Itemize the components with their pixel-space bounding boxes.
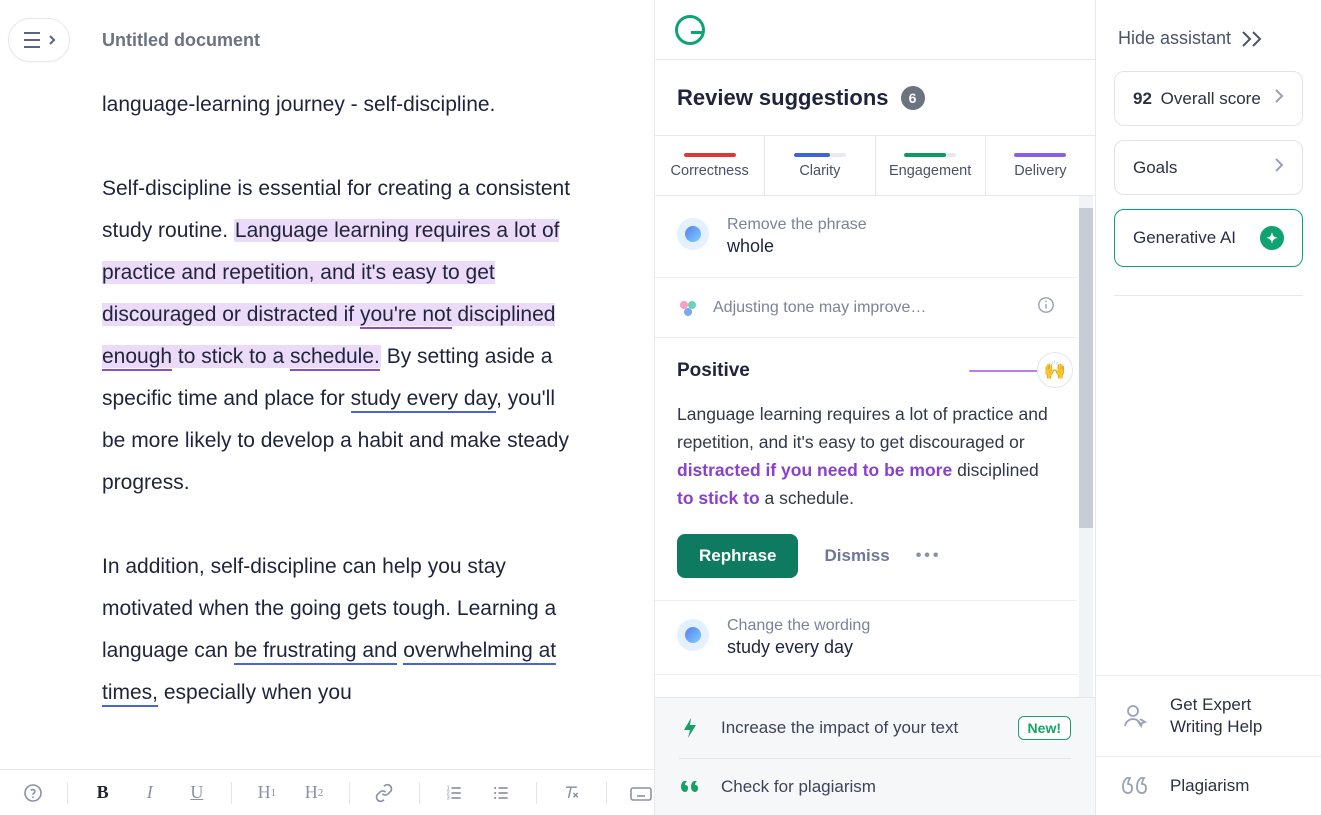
svg-text:3: 3 xyxy=(447,795,450,801)
h1-button[interactable]: H1 xyxy=(254,780,279,806)
tab-delivery[interactable]: Delivery xyxy=(986,136,1095,195)
clarity-dot-icon xyxy=(677,619,709,651)
suggestions-footer: Increase the impact of your text New! Ch… xyxy=(655,697,1095,815)
tab-correctness[interactable]: Correctness xyxy=(655,136,765,195)
paragraph: In addition, self-discipline can help yo… xyxy=(102,546,572,714)
suggestions-panel: Review suggestions 6 Correctness Clarity… xyxy=(654,0,1096,815)
document-title[interactable]: Untitled document xyxy=(102,30,260,51)
quotes-outline-icon xyxy=(1118,775,1152,797)
impact-row[interactable]: Increase the impact of your text New! xyxy=(655,698,1095,758)
editor-column: Untitled document language-learning jour… xyxy=(0,0,654,815)
tone-row[interactable]: Adjusting tone may improve… xyxy=(655,278,1077,338)
hide-assistant-button[interactable]: Hide assistant xyxy=(1096,28,1321,71)
category-tabs: Correctness Clarity Engagement Delivery xyxy=(655,136,1095,196)
plagiarism-row[interactable]: Check for plagiarism xyxy=(655,759,1095,815)
review-suggestions-title: Review suggestions xyxy=(677,85,889,111)
suggestion-item[interactable]: Remove the phrase whole xyxy=(655,196,1077,278)
formatting-toolbar: B I U H1 H2 123 xyxy=(0,769,654,815)
document-body[interactable]: language-learning journey - self-discipl… xyxy=(102,84,572,765)
ordered-list-button[interactable]: 123 xyxy=(442,780,467,806)
paragraph: Self-discipline is essential for creatin… xyxy=(102,168,572,504)
rephrase-button[interactable]: Rephrase xyxy=(677,534,798,578)
underline-button[interactable]: U xyxy=(184,780,209,806)
unordered-list-button[interactable] xyxy=(489,780,514,806)
plagiarism-label: Plagiarism xyxy=(1170,775,1249,797)
positive-rewrite-text: Language learning requires a lot of prac… xyxy=(677,400,1055,512)
quotes-icon xyxy=(679,779,701,795)
assistant-panel: Hide assistant 92 Overall score Goals Ge… xyxy=(1096,0,1321,815)
positive-title: Positive xyxy=(677,360,750,382)
tone-gauge: 🙌 xyxy=(969,370,1055,372)
tone-text: Adjusting tone may improve… xyxy=(713,299,926,317)
info-icon[interactable] xyxy=(1037,296,1055,319)
tab-engagement[interactable]: Engagement xyxy=(876,136,986,195)
dismiss-button[interactable]: Dismiss xyxy=(824,546,889,566)
plagiarism-button[interactable]: Plagiarism xyxy=(1096,756,1321,815)
tone-flower-icon xyxy=(677,297,699,319)
positive-card: Positive 🙌 Language learning requires a … xyxy=(655,338,1077,601)
expert-help-label: Get Expert Writing Help xyxy=(1170,694,1290,738)
generative-ai-button[interactable]: Generative AI ✦ xyxy=(1114,209,1303,267)
bold-button[interactable]: B xyxy=(90,780,115,806)
grammarly-logo-icon xyxy=(675,15,705,45)
more-options-button[interactable]: ••• xyxy=(916,547,942,565)
celebrate-emoji-icon: 🙌 xyxy=(1037,352,1073,388)
suggestions-count-badge: 6 xyxy=(901,86,925,110)
new-badge: New! xyxy=(1018,716,1071,740)
sparkle-icon: ✦ xyxy=(1260,226,1284,250)
help-icon[interactable] xyxy=(20,780,45,806)
clear-format-button[interactable] xyxy=(559,780,584,806)
brand-bar xyxy=(655,0,1095,60)
menu-button[interactable] xyxy=(8,18,70,62)
suggestion-item[interactable]: Change the wording study every day xyxy=(655,601,1077,675)
overall-score-button[interactable]: 92 Overall score xyxy=(1114,71,1303,126)
link-button[interactable] xyxy=(372,780,397,806)
tab-clarity[interactable]: Clarity xyxy=(765,136,875,195)
scrollbar-thumb[interactable] xyxy=(1079,208,1093,528)
bolt-icon xyxy=(679,717,701,739)
suggestion-label: Remove the phrase xyxy=(727,216,1055,234)
h2-button[interactable]: H2 xyxy=(301,780,326,806)
person-icon xyxy=(1118,702,1152,730)
keyboard-icon[interactable] xyxy=(629,780,654,806)
suggestion-label: Change the wording xyxy=(727,617,1055,635)
paragraph: language-learning journey - self-discipl… xyxy=(102,84,572,126)
goals-button[interactable]: Goals xyxy=(1114,140,1303,195)
italic-button[interactable]: I xyxy=(137,780,162,806)
suggestion-text: whole xyxy=(727,236,1055,257)
expert-help-button[interactable]: Get Expert Writing Help xyxy=(1096,675,1321,756)
suggestion-text: study every day xyxy=(727,637,1055,658)
clarity-dot-icon xyxy=(677,218,709,250)
